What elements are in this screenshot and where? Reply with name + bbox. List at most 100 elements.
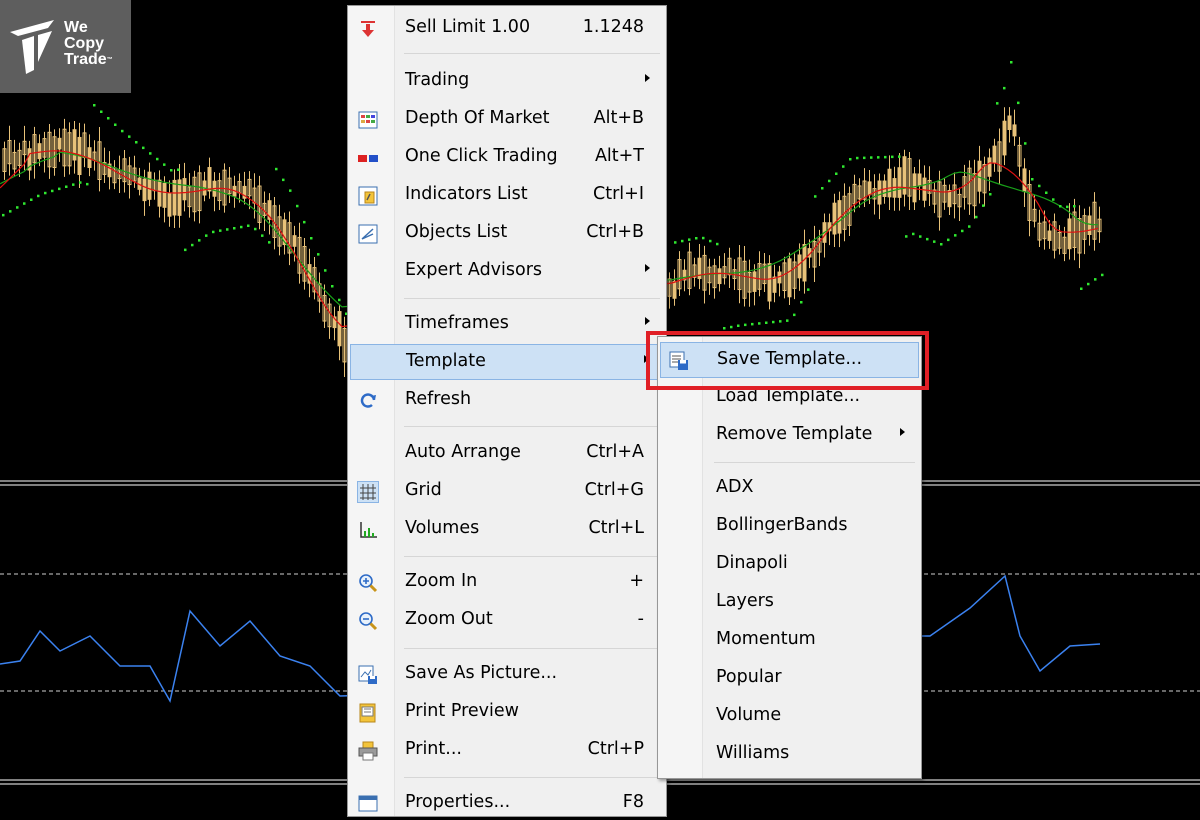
menu-item-label: Williams <box>716 743 790 763</box>
menu-item-template-layers[interactable]: Layers <box>660 585 919 619</box>
candle-body <box>1012 124 1017 137</box>
sar-dot <box>709 239 712 243</box>
sar-dot <box>933 240 936 243</box>
sar-dot <box>219 229 222 232</box>
menu-item-label: Volume <box>716 705 782 725</box>
sar-dot <box>1101 273 1104 277</box>
sar-dot <box>849 158 852 161</box>
print-preview-icon <box>359 703 376 723</box>
logo-line-1: We <box>64 19 88 36</box>
menu-item-shortcut: Ctrl+A <box>586 442 644 462</box>
sar-dot <box>772 320 775 324</box>
menu-item-label: Refresh <box>405 389 472 409</box>
menu-item-remove-template[interactable]: Remove Template <box>660 418 919 452</box>
sar-dot <box>282 178 285 182</box>
sar-dot <box>982 204 985 207</box>
logo-text: We Copy Trade™ <box>64 20 113 68</box>
sar-dot <box>72 183 75 186</box>
sar-dot <box>93 104 96 107</box>
sar-dot <box>835 172 838 175</box>
menu-item-volumes[interactable]: Volumes Ctrl+L <box>350 512 664 546</box>
menu-item-zoom-in[interactable]: Zoom In + <box>350 565 664 599</box>
sar-dot <box>877 156 880 159</box>
sar-dot <box>240 225 243 229</box>
sar-dot <box>688 238 691 241</box>
menu-item-expert-advisors[interactable]: Expert Advisors <box>350 254 664 288</box>
menu-item-label: Timeframes <box>405 313 509 333</box>
menu-item-print[interactable]: Print... Ctrl+P <box>350 733 664 767</box>
menu-item-label: Expert Advisors <box>405 260 543 280</box>
menu-item-template-momentum[interactable]: Momentum <box>660 623 919 657</box>
menu-item-trading[interactable]: Trading <box>350 64 664 98</box>
menu-item-refresh[interactable]: Refresh <box>350 383 664 417</box>
menu-item-print-preview[interactable]: Print Preview <box>350 695 664 729</box>
sar-dot <box>1003 86 1006 90</box>
candle-body <box>867 181 872 196</box>
candle-body <box>922 177 927 201</box>
candle-body <box>207 167 212 192</box>
menu-item-template-dinapoli[interactable]: Dinapoli <box>660 547 919 581</box>
highlight-callout-box <box>646 331 929 390</box>
menu-item-auto-arrange[interactable]: Auto Arrange Ctrl+A <box>350 436 664 470</box>
menu-item-template-popular[interactable]: Popular <box>660 661 919 695</box>
menu-item-objects-list[interactable]: Objects List Ctrl+B <box>350 216 664 250</box>
sar-dot <box>863 156 866 160</box>
menu-item-grid[interactable]: Grid Ctrl+G <box>350 474 664 508</box>
menu-item-label: Objects List <box>405 222 508 242</box>
candle-body <box>157 179 162 207</box>
menu-item-one-click-trading[interactable]: One Click Trading Alt+T <box>350 140 664 174</box>
sar-dot <box>954 234 957 237</box>
menu-item-label: Sell Limit 1.00 <box>405 17 531 37</box>
sar-dot <box>121 129 124 133</box>
menu-item-label: Indicators List <box>405 184 528 204</box>
sar-dot <box>310 237 313 240</box>
candle-body <box>877 180 882 205</box>
menu-item-sell-limit[interactable]: Sell Limit 1.00 1.1248 <box>350 11 664 45</box>
candle-body <box>717 268 722 285</box>
sar-dot <box>940 243 943 246</box>
save-picture-icon <box>358 665 377 684</box>
sar-dot <box>898 155 901 158</box>
sar-dot <box>807 288 810 291</box>
sar-dot <box>79 181 82 184</box>
menu-item-template[interactable]: Template <box>350 344 664 380</box>
menu-item-template-volume[interactable]: Volume <box>660 699 919 733</box>
sar-dot <box>758 322 761 325</box>
candle-body <box>752 271 757 292</box>
menu-separator <box>404 777 660 778</box>
sar-dot <box>128 135 131 138</box>
sar-dot <box>317 253 320 256</box>
menu-item-label: Momentum <box>716 629 816 649</box>
menu-item-timeframes[interactable]: Timeframes <box>350 307 664 341</box>
menu-item-template-bollingerbands[interactable]: BollingerBands <box>660 509 919 543</box>
sar-dot <box>100 110 103 113</box>
menu-item-depth-of-market[interactable]: Depth Of Market Alt+B <box>350 102 664 136</box>
menu-item-template-adx[interactable]: ADX <box>660 471 919 505</box>
sar-dot <box>814 195 817 198</box>
candle-body <box>182 178 187 201</box>
menu-item-label: Zoom Out <box>405 609 493 629</box>
sar-dot <box>779 320 782 323</box>
menu-item-label: Auto Arrange <box>405 442 521 462</box>
candle-body <box>787 258 792 298</box>
sar-dot <box>765 321 768 324</box>
menu-item-properties[interactable]: Properties... F8 <box>350 786 664 820</box>
menu-item-shortcut: Ctrl+B <box>586 222 644 242</box>
printer-icon <box>358 741 378 761</box>
menu-item-indicators-list[interactable]: Indicators List Ctrl+I <box>350 178 664 212</box>
menu-item-template-williams[interactable]: Williams <box>660 737 919 771</box>
logo-mark-icon <box>10 20 54 74</box>
candle-body <box>912 173 917 203</box>
candle-body <box>767 263 772 302</box>
sar-dot <box>1017 101 1020 105</box>
sar-dot <box>947 238 950 242</box>
sar-dot <box>296 204 299 208</box>
menu-item-zoom-out[interactable]: Zoom Out - <box>350 603 664 637</box>
sar-dot <box>1087 282 1090 286</box>
candle-body <box>917 173 922 187</box>
sar-dot <box>37 194 40 198</box>
menu-item-save-as-picture[interactable]: Save As Picture... <box>350 657 664 691</box>
candle-body <box>947 190 952 208</box>
sar-dot <box>338 298 341 302</box>
sar-dot <box>226 228 229 231</box>
